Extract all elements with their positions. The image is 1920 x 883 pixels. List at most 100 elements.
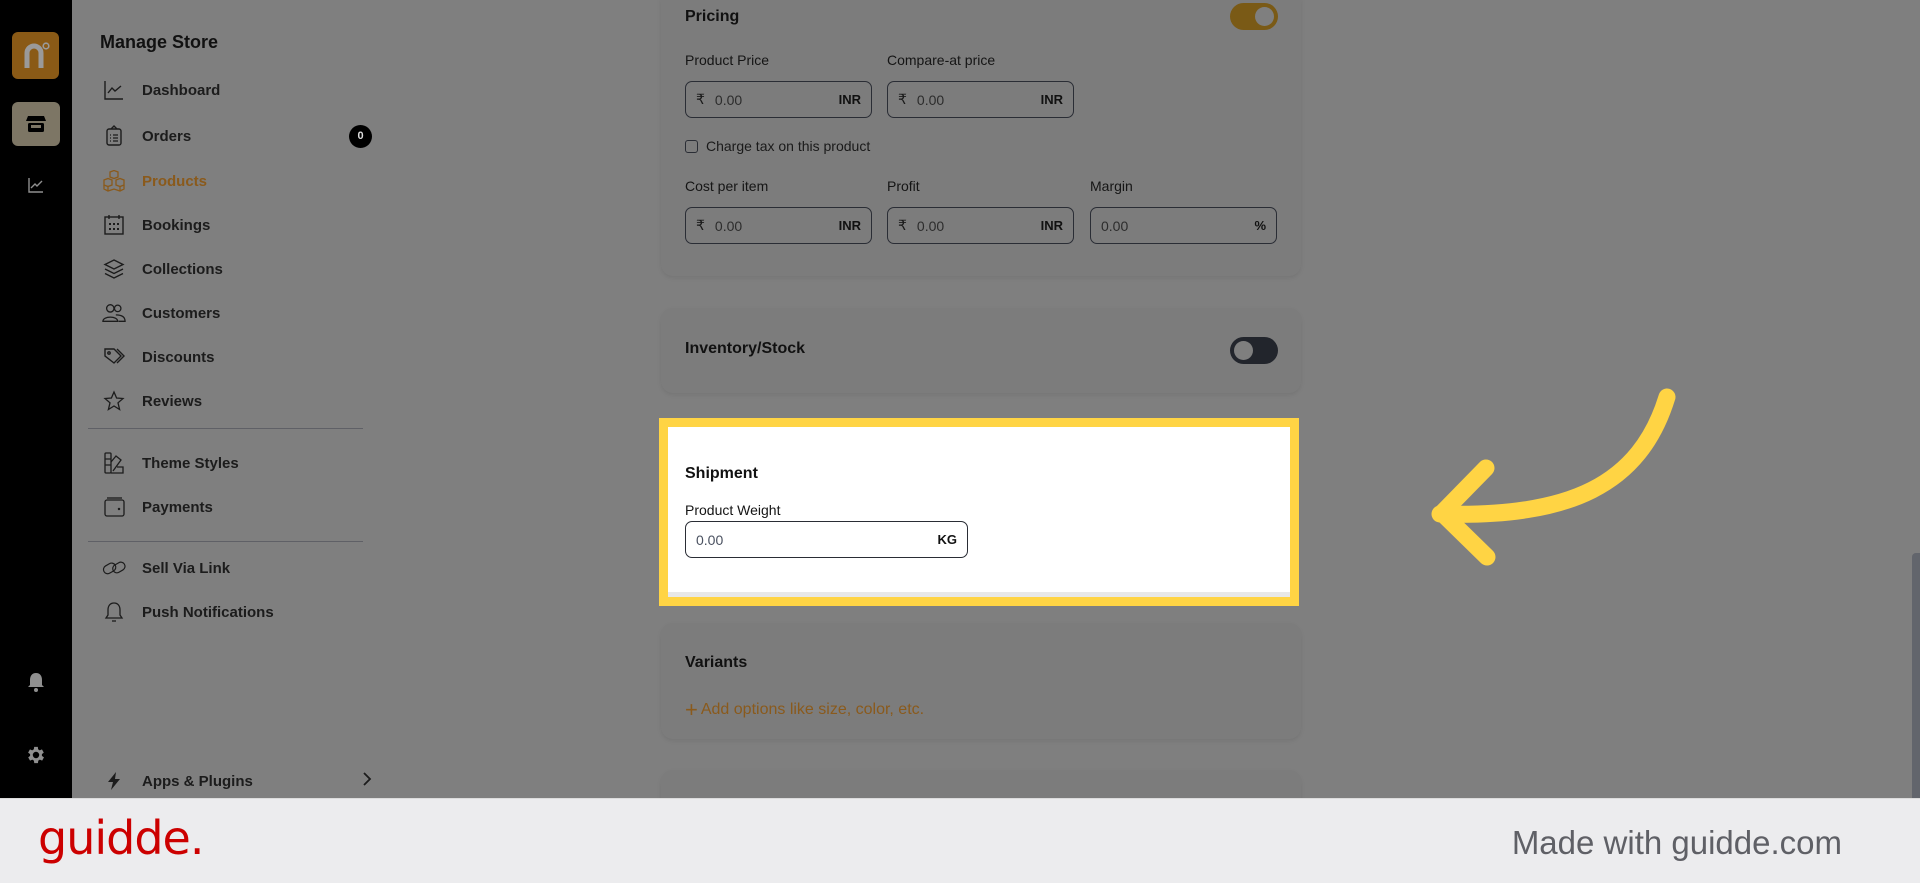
sidebar-divider (88, 428, 363, 429)
sidebar-item-payments[interactable]: Payments (102, 492, 372, 522)
cost-per-item-label: Cost per item (685, 178, 769, 194)
sidebar-item-customers[interactable]: Customers (102, 298, 372, 328)
sidebar-item-label: Products (142, 172, 208, 190)
charge-tax-row[interactable]: Charge tax on this product (685, 138, 870, 154)
guidde-logo: guidde. (38, 811, 204, 865)
add-variant-label: Add options like size, color, etc. (700, 701, 925, 718)
sidebar-title: Manage Store (100, 32, 219, 52)
gear-icon (28, 746, 44, 764)
sidebar-item-label: Dashboard (142, 81, 221, 99)
profit-label: Profit (887, 178, 920, 194)
sidebar-item-label: Discounts (142, 348, 215, 366)
swatch-icon (102, 451, 126, 475)
sidebar-item-push-notifications[interactable]: Push Notifications (102, 597, 372, 627)
inventory-title: Inventory/Stock (685, 340, 806, 357)
inventory-card: Inventory/Stock (661, 308, 1301, 393)
sidebar-item-label: Sell Via Link (142, 559, 231, 577)
orders-count-badge: 0 (349, 124, 372, 148)
percent-unit: % (1254, 218, 1266, 233)
compare-price-input[interactable]: ₹ 0.00 INR (887, 81, 1074, 118)
sidebar-item-label: Payments (142, 498, 213, 516)
sidebar-item-orders[interactable]: Orders 0 (102, 121, 372, 151)
sidebar-item-products[interactable]: Products (102, 166, 372, 196)
variants-card: Variants + Add options like size, color,… (661, 623, 1301, 739)
pricing-title: Pricing (685, 8, 740, 25)
sidebar-item-theme-styles[interactable]: Theme Styles (102, 448, 372, 478)
charge-tax-checkbox[interactable] (685, 139, 698, 153)
sidebar: Manage Store Dashboard Orders 0 Products… (72, 0, 385, 798)
product-price-label: Product Price (685, 52, 770, 68)
inventory-toggle[interactable] (1230, 337, 1278, 364)
chevron-right-icon (362, 771, 372, 791)
bolt-icon (102, 769, 126, 793)
users-icon (102, 301, 126, 325)
product-price-input[interactable]: ₹ 0.00 INR (685, 81, 872, 118)
star-icon (102, 389, 126, 413)
annotation-arrow-icon (1431, 388, 1676, 566)
sidebar-divider (88, 541, 363, 542)
currency-unit: INR (1040, 218, 1063, 233)
vertical-scrollbar[interactable] (1912, 553, 1920, 798)
sidebar-item-label: Bookings (142, 216, 211, 234)
store-icon (26, 116, 46, 132)
sidebar-item-sell-via-link[interactable]: Sell Via Link (102, 553, 372, 583)
sidebar-item-label: Apps & Plugins (142, 772, 253, 790)
product-weight-input[interactable]: 0.00 KG (685, 521, 968, 558)
currency-unit: INR (838, 92, 861, 107)
wallet-icon (102, 495, 126, 519)
sidebar-item-label: Customers (142, 304, 221, 322)
app-logo[interactable] (12, 32, 59, 79)
boxes-icon (102, 169, 126, 193)
compare-price-value: 0.00 (916, 91, 945, 108)
sidebar-item-bookings[interactable]: Bookings (102, 210, 372, 240)
settings-button[interactable] (20, 739, 52, 771)
bell-icon (28, 673, 44, 692)
shipment-title: Shipment (685, 465, 758, 482)
toggle-knob (1234, 341, 1253, 360)
guidde-footer: guidde. Made with guidde.com (0, 798, 1920, 883)
layers-icon (102, 257, 126, 281)
logo-icon (24, 41, 50, 68)
margin-input[interactable]: 0.00 % (1090, 207, 1277, 244)
toggle-knob (1255, 7, 1274, 26)
rupee-icon: ₹ (696, 91, 705, 107)
notifications-button[interactable] (20, 666, 52, 698)
weight-unit: KG (937, 532, 958, 547)
compare-price-label: Compare-at price (887, 52, 996, 68)
charge-tax-label: Charge tax on this product (706, 138, 871, 154)
currency-unit: INR (838, 218, 861, 233)
sidebar-item-label: Push Notifications (142, 603, 274, 621)
sidebar-item-reviews[interactable]: Reviews (102, 386, 372, 416)
analytics-icon (28, 178, 43, 193)
sidebar-item-label: Reviews (142, 392, 203, 410)
analytics-nav-button[interactable] (20, 169, 52, 201)
sidebar-item-label: Theme Styles (142, 454, 239, 472)
add-variant-options-link[interactable]: + Add options like size, color, etc. (685, 697, 925, 722)
sidebar-item-apps-plugins[interactable]: Apps & Plugins (102, 766, 372, 796)
store-nav-button[interactable] (12, 102, 60, 146)
currency-unit: INR (1040, 92, 1063, 107)
cost-per-item-input[interactable]: ₹ 0.00 INR (685, 207, 872, 244)
profit-value: 0.00 (916, 217, 945, 234)
pricing-toggle[interactable] (1230, 3, 1278, 30)
card-shadow-strip (668, 592, 1290, 597)
profit-input[interactable]: ₹ 0.00 INR (887, 207, 1074, 244)
app-rail (0, 0, 72, 798)
rupee-icon: ₹ (898, 217, 907, 233)
tag-icon (102, 345, 126, 369)
cost-per-item-value: 0.00 (714, 217, 743, 234)
sidebar-item-discounts[interactable]: Discounts (102, 342, 372, 372)
sidebar-item-dashboard[interactable]: Dashboard (102, 75, 372, 105)
rupee-icon: ₹ (696, 217, 705, 233)
pricing-card: Pricing Product Price ₹ 0.00 INR Compare… (661, 0, 1301, 276)
clipboard-icon (102, 124, 126, 148)
product-weight-label: Product Weight (685, 502, 781, 518)
link-icon (102, 556, 126, 580)
sidebar-item-label: Collections (142, 260, 223, 278)
margin-label: Margin (1090, 178, 1133, 194)
plus-icon: + (685, 697, 698, 722)
bell-outline-icon (102, 600, 126, 624)
rupee-icon: ₹ (898, 91, 907, 107)
sidebar-item-collections[interactable]: Collections (102, 254, 372, 284)
variants-title: Variants (685, 654, 748, 671)
